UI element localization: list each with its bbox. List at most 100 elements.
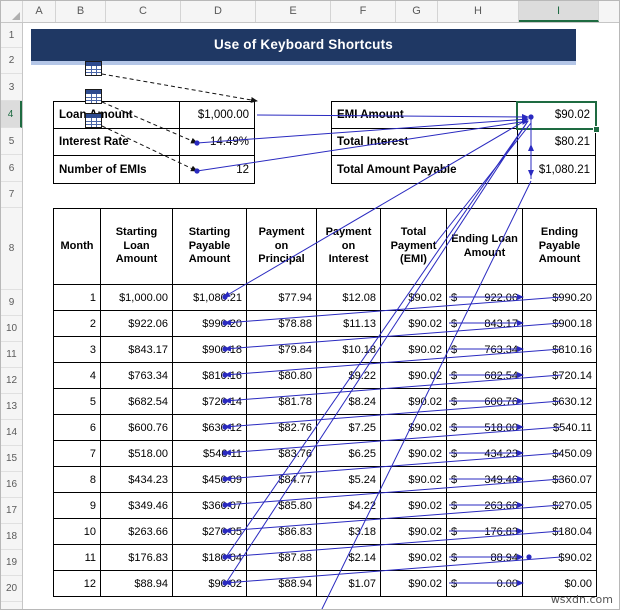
cell-princ[interactable]: $79.84 xyxy=(246,336,317,363)
table-row[interactable]: 2 $922.06 $990.20 $78.88 $11.13 $90.02 $843.17… xyxy=(53,310,597,337)
cell-startla[interactable]: $600.76 xyxy=(100,414,173,441)
row-header-3[interactable]: 3 xyxy=(1,74,22,101)
cell-total[interactable]: $90.02 xyxy=(380,284,447,311)
cell-endpa[interactable]: $270.05 xyxy=(522,492,597,519)
cell-month[interactable]: 2 xyxy=(53,310,101,337)
column-header-i[interactable]: I xyxy=(519,1,599,22)
table-row[interactable]: 4 $763.34 $810.16 $80.80 $9.22 $90.02 $682.54 $… xyxy=(53,362,597,389)
row-header-2[interactable]: 2 xyxy=(1,48,22,74)
cell-startla[interactable]: $88.94 xyxy=(100,570,173,597)
cell-startla[interactable]: $763.34 xyxy=(100,362,173,389)
cell-int[interactable]: $2.14 xyxy=(316,544,381,571)
table-row[interactable]: 6 $600.76 $630.12 $82.76 $7.25 $90.02 $518.00 $… xyxy=(53,414,597,441)
select-all-corner[interactable] xyxy=(1,1,23,22)
cell-startpa[interactable]: $270.05 xyxy=(172,518,247,545)
cell-total[interactable]: $90.02 xyxy=(380,414,447,441)
cell-princ[interactable]: $86.83 xyxy=(246,518,317,545)
cell-endla[interactable]: $0.00 xyxy=(446,570,523,597)
cell-endpa[interactable]: $720.14 xyxy=(522,362,597,389)
cell-startpa[interactable]: $180.04 xyxy=(172,544,247,571)
cell-startla[interactable]: $176.83 xyxy=(100,544,173,571)
summary-row-emi-amount[interactable]: EMI Amount $90.02 xyxy=(332,102,595,129)
cell-month[interactable]: 10 xyxy=(53,518,101,545)
cell-month[interactable]: 1 xyxy=(53,284,101,311)
cell-month[interactable]: 4 xyxy=(53,362,101,389)
input-row-interest-rate[interactable]: Interest Rate 14.49% xyxy=(54,129,254,156)
row-header-1[interactable]: 1 xyxy=(1,23,22,48)
column-header-h[interactable]: H xyxy=(438,1,519,22)
table-row[interactable]: 3 $843.17 $900.18 $79.84 $10.18 $90.02 $763.34… xyxy=(53,336,597,363)
cell-princ[interactable]: $84.77 xyxy=(246,466,317,493)
value-emi-amount[interactable]: $90.02 xyxy=(517,102,595,128)
cell-endla[interactable]: $263.66 xyxy=(446,492,523,519)
cell-endpa[interactable]: $180.04 xyxy=(522,518,597,545)
row-header-20[interactable]: 20 xyxy=(1,576,22,602)
column-header-e[interactable]: E xyxy=(256,1,331,22)
cell-total[interactable]: $90.02 xyxy=(380,518,447,545)
cell-startla[interactable]: $349.46 xyxy=(100,492,173,519)
cell-endpa[interactable]: $630.12 xyxy=(522,388,597,415)
cell-total[interactable]: $90.02 xyxy=(380,492,447,519)
cell-startpa[interactable]: $90.02 xyxy=(172,570,247,597)
cell-int[interactable]: $3.18 xyxy=(316,518,381,545)
table-row[interactable]: 12 $88.94 $90.02 $88.94 $1.07 $90.02 $0.00 $0.0… xyxy=(53,570,597,597)
table-row[interactable]: 11 $176.83 $180.04 $87.88 $2.14 $90.02 $88.94 $… xyxy=(53,544,597,571)
table-row[interactable]: 8 $434.23 $450.09 $84.77 $5.24 $90.02 $349.46 $… xyxy=(53,466,597,493)
cell-endpa[interactable]: $810.16 xyxy=(522,336,597,363)
row-header-14[interactable]: 14 xyxy=(1,420,22,446)
cell-startpa[interactable]: $810.16 xyxy=(172,362,247,389)
cell-int[interactable]: $6.25 xyxy=(316,440,381,467)
cell-princ[interactable]: $83.76 xyxy=(246,440,317,467)
row-header-15[interactable]: 15 xyxy=(1,446,22,472)
cell-month[interactable]: 7 xyxy=(53,440,101,467)
cell-endpa[interactable]: $900.18 xyxy=(522,310,597,337)
row-header-7[interactable]: 7 xyxy=(1,182,22,208)
cell-total[interactable]: $90.02 xyxy=(380,336,447,363)
cell-endla[interactable]: $763.34 xyxy=(446,336,523,363)
row-header-12[interactable]: 12 xyxy=(1,368,22,394)
cell-startla[interactable]: $843.17 xyxy=(100,336,173,363)
table-row[interactable]: 10 $263.66 $270.05 $86.83 $3.18 $90.02 $176.83… xyxy=(53,518,597,545)
cell-endla[interactable]: $434.23 xyxy=(446,440,523,467)
cell-total[interactable]: $90.02 xyxy=(380,310,447,337)
cell-princ[interactable]: $85.80 xyxy=(246,492,317,519)
cell-princ[interactable]: $87.88 xyxy=(246,544,317,571)
cell-startpa[interactable]: $360.07 xyxy=(172,492,247,519)
summary-row-total-interest[interactable]: Total Interest $80.21 xyxy=(332,129,595,156)
input-row-loan-amount[interactable]: Loan Amount $1,000.00 xyxy=(54,102,254,129)
cell-startpa[interactable]: $990.20 xyxy=(172,310,247,337)
cell-princ[interactable]: $80.80 xyxy=(246,362,317,389)
column-header-c[interactable]: C xyxy=(106,1,181,22)
cell-startpa[interactable]: $900.18 xyxy=(172,336,247,363)
cell-month[interactable]: 3 xyxy=(53,336,101,363)
cell-startpa[interactable]: $450.09 xyxy=(172,466,247,493)
value-interest-rate[interactable]: 14.49% xyxy=(179,129,254,155)
cell-endla[interactable]: $682.54 xyxy=(446,362,523,389)
cell-endpa[interactable]: $360.07 xyxy=(522,466,597,493)
cell-int[interactable]: $11.13 xyxy=(316,310,381,337)
worksheet-icon[interactable] xyxy=(85,61,102,76)
table-row[interactable]: 5 $682.54 $720.14 $81.78 $8.24 $90.02 $600.76 $… xyxy=(53,388,597,415)
row-header-19[interactable]: 19 xyxy=(1,550,22,576)
cell-endpa[interactable]: $90.02 xyxy=(522,544,597,571)
cell-startla[interactable]: $1,000.00 xyxy=(100,284,173,311)
cell-princ[interactable]: $78.88 xyxy=(246,310,317,337)
cell-int[interactable]: $1.07 xyxy=(316,570,381,597)
worksheet-icon[interactable] xyxy=(85,113,102,128)
cell-startpa[interactable]: $1,080.21 xyxy=(172,284,247,311)
row-header-11[interactable]: 11 xyxy=(1,342,22,368)
cell-month[interactable]: 12 xyxy=(53,570,101,597)
cell-total[interactable]: $90.02 xyxy=(380,544,447,571)
cell-month[interactable]: 5 xyxy=(53,388,101,415)
cell-endla[interactable]: $843.17 xyxy=(446,310,523,337)
cell-int[interactable]: $8.24 xyxy=(316,388,381,415)
row-header-5[interactable]: 5 xyxy=(1,128,22,155)
cell-startla[interactable]: $518.00 xyxy=(100,440,173,467)
cell-endla[interactable]: $176.83 xyxy=(446,518,523,545)
fill-handle[interactable] xyxy=(593,126,600,133)
row-header-18[interactable]: 18 xyxy=(1,524,22,550)
row-header-16[interactable]: 16 xyxy=(1,472,22,498)
cell-startla[interactable]: $922.06 xyxy=(100,310,173,337)
cell-endla[interactable]: $349.46 xyxy=(446,466,523,493)
cell-endpa[interactable]: $450.09 xyxy=(522,440,597,467)
